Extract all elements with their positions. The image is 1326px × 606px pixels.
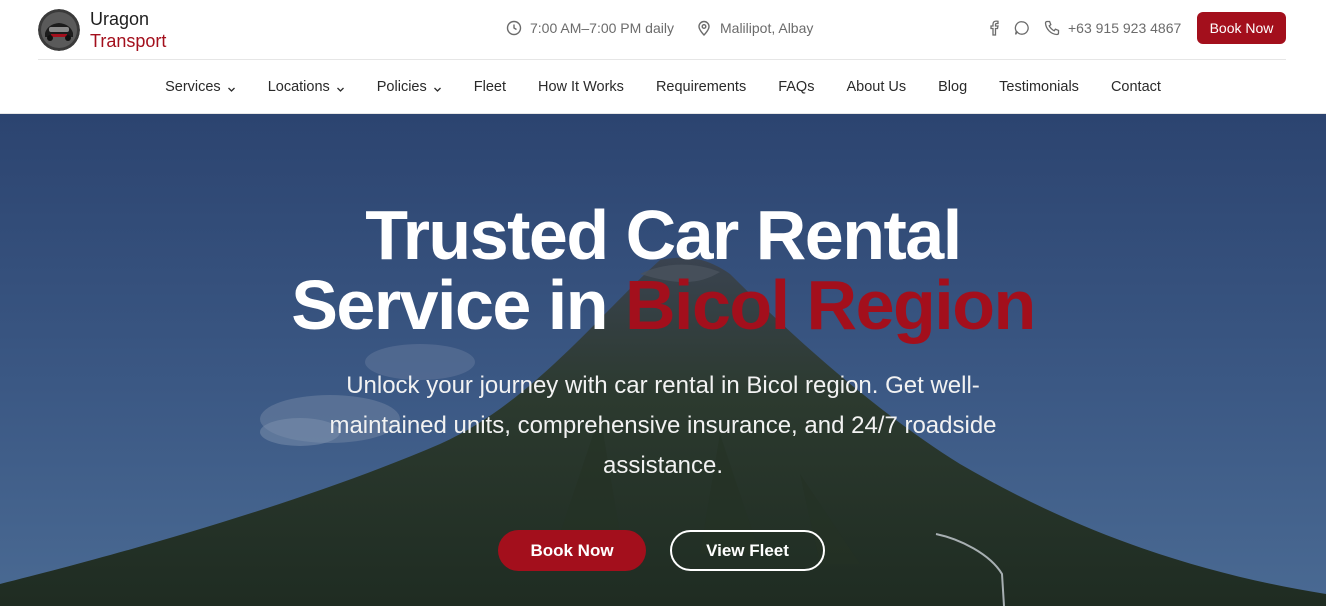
hero-section: Trusted Car Rental Service in Bicol Regi… [0, 114, 1326, 606]
phone-link[interactable]: +63 915 923 4867 [1068, 20, 1181, 36]
contact-links: +63 915 923 4867 [986, 17, 1181, 39]
nav-item-label: Requirements [655, 78, 747, 95]
brand-link[interactable]: Uragon Transport [38, 8, 166, 52]
chat-icon[interactable] [1014, 20, 1030, 36]
location-text: Malilipot, Albay [720, 20, 814, 36]
nav-item-contact[interactable]: Contact [1111, 79, 1161, 95]
brand-text: Uragon Transport [90, 8, 166, 52]
nav-item-how-it-works[interactable]: How It Works [538, 79, 624, 95]
site-header: Uragon Transport 7:00 AM–7:00 PM daily M… [0, 0, 1326, 114]
nav-item-label: Testimonials [999, 78, 1079, 95]
brand-subname: Transport [90, 31, 167, 51]
nav-item-label: Fleet [473, 78, 506, 95]
phone-icon [1044, 20, 1060, 36]
nav-item-locations[interactable]: Locations [268, 79, 345, 95]
hero-title-line1: Trusted Car Rental [365, 196, 962, 274]
nav-item-label: Contact [1110, 78, 1161, 95]
top-bar: Uragon Transport 7:00 AM–7:00 PM daily M… [38, 0, 1286, 60]
nav-item-label: Policies [376, 78, 427, 95]
nav-item-requirements[interactable]: Requirements [656, 79, 746, 95]
chevron-down-icon [336, 82, 345, 92]
business-location: Malilipot, Albay [696, 17, 813, 39]
brand-name: Uragon [90, 9, 150, 29]
car-logo-icon [38, 9, 80, 51]
hero-subtitle: Unlock your journey with car rental in B… [329, 372, 997, 479]
main-nav: Services Locations Policies Fleet How It Wor… [0, 60, 1326, 114]
nav-item-about-us[interactable]: About Us [846, 79, 906, 95]
clock-icon [506, 20, 522, 36]
nav-item-faqs[interactable]: FAQs [778, 79, 814, 95]
nav-item-testimonials[interactable]: Testimonials [999, 79, 1079, 95]
hero-view-fleet-button[interactable]: View Fleet [670, 530, 825, 571]
facebook-icon[interactable] [986, 20, 1002, 36]
nav-item-blog[interactable]: Blog [938, 79, 967, 95]
nav-item-services[interactable]: Services [165, 79, 236, 95]
nav-item-label: How It Works [537, 78, 624, 95]
chevron-down-icon [433, 82, 442, 92]
nav-item-label: Locations [267, 78, 330, 95]
hero-title-line2-prefix: Service in [291, 266, 625, 344]
hours-text: 7:00 AM–7:00 PM daily [530, 20, 674, 36]
chevron-down-icon [227, 82, 236, 92]
book-now-button[interactable]: Book Now [1197, 12, 1286, 44]
hero-content: Trusted Car Rental Service in Bicol Regi… [0, 114, 1326, 606]
hero-title-highlight: Bicol Region [624, 266, 1036, 344]
nav-item-label: FAQs [778, 78, 815, 95]
nav-item-label: About Us [846, 78, 907, 95]
nav-item-policies[interactable]: Policies [377, 79, 442, 95]
hero-title: Trusted Car Rental Service in Bicol Regi… [0, 200, 1326, 340]
map-pin-icon [696, 20, 712, 36]
nav-item-fleet[interactable]: Fleet [474, 79, 506, 95]
nav-item-label: Services [165, 78, 221, 95]
nav-item-label: Blog [938, 78, 968, 95]
business-hours: 7:00 AM–7:00 PM daily [506, 17, 674, 39]
hero-book-now-button[interactable]: Book Now [498, 530, 646, 571]
